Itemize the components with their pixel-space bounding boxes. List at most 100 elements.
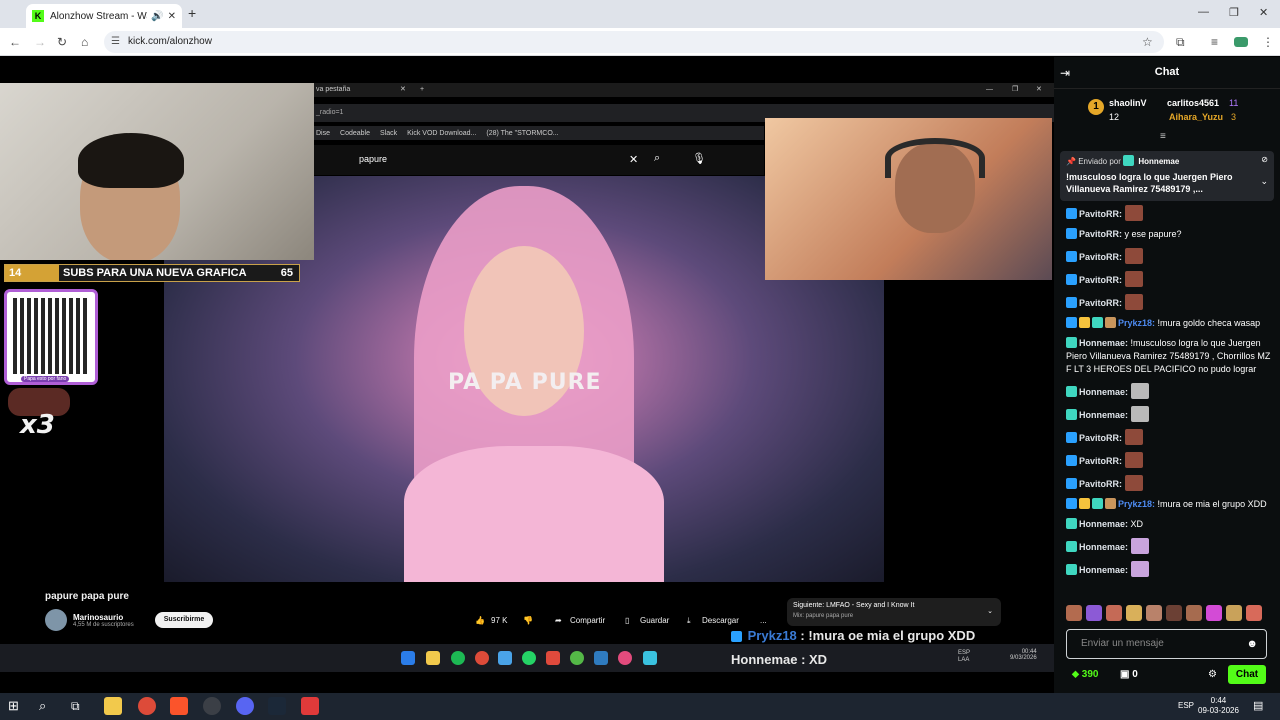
file-explorer-icon[interactable] [104,697,122,715]
forward-icon[interactable]: → [34,35,46,49]
chat-message[interactable]: Honnemae: [1066,538,1271,554]
chat-username[interactable]: PavitoRR: [1079,298,1122,308]
chat-emote-icon [1131,538,1150,554]
streamer-webcam [0,83,314,260]
new-tab-icon[interactable]: + [188,5,196,21]
emote-icon[interactable] [1246,605,1262,621]
send-chat-button[interactable]: Chat [1228,665,1266,684]
sub-goal-bar: 14 SUBS PARA UNA NUEVA GRAFICA 65 [4,264,300,282]
emote-icon[interactable] [1106,605,1122,621]
browser-tab[interactable]: K Alonzhow Stream - Watch l 🔊 ✕ [26,4,182,28]
chat-message[interactable]: Honnemae: [1066,561,1271,577]
system-clock[interactable]: 0:44 09-03-2026 [1198,696,1239,716]
chat-username[interactable]: Honnemae: [1079,410,1128,420]
chat-message[interactable]: PavitoRR: [1066,271,1271,287]
input-language[interactable]: ESP [1178,701,1194,710]
chat-message[interactable]: PavitoRR: [1066,475,1271,491]
speaker-icon[interactable]: 🔊 [151,11,163,22]
chat-username[interactable]: PavitoRR: [1079,479,1122,489]
menu-dots-icon[interactable]: ⋮ [1262,35,1274,49]
leader-name[interactable]: shaolinV [1109,98,1147,108]
unpin-icon[interactable]: ⊘ [1261,155,1268,164]
chat-message[interactable]: Honnemae: [1066,406,1271,422]
extensions-icon[interactable]: ⧉ [1176,35,1185,50]
profile-icon[interactable] [1234,37,1248,47]
emoji-picker-icon[interactable]: ☻ [1246,630,1258,658]
emote-icon[interactable] [1126,605,1142,621]
emote-icon[interactable] [1226,605,1242,621]
chat-username[interactable]: Honnemae: [1079,387,1128,397]
pinned-by-label: Enviado por [1078,157,1121,166]
chrome-icon[interactable] [138,697,156,715]
chat-username[interactable]: Honnemae: [1079,565,1128,575]
inner-chrome-icon [475,651,489,665]
restore-icon[interactable]: ❐ [1229,6,1239,19]
chat-message[interactable]: PavitoRR: [1066,248,1271,264]
home-icon[interactable]: ⌂ [81,35,88,49]
chat-username[interactable]: Honnemae: [1079,519,1128,529]
leader-name[interactable]: carlitos4561 [1167,98,1219,108]
chat-username[interactable]: PavitoRR: [1079,456,1122,466]
emote-icon[interactable] [1166,605,1182,621]
gift-leaderboard: 1 shaolinV 12 carlitos4561 11 Aihara_Yuz… [1082,95,1272,125]
leader-name[interactable]: Aihara_Yuzu [1169,112,1223,122]
channel-points[interactable]: ⬥ 390 [1072,669,1098,680]
chat-message[interactable]: Prykz18: !mura goldo checa wasap [1066,317,1271,330]
rank-badge: 1 [1088,99,1104,115]
pinned-by-name: Honnemae [1138,157,1180,166]
chat-username[interactable]: PavitoRR: [1079,209,1122,219]
emote-icon[interactable] [1086,605,1102,621]
stream-chat-overlay-line: Honnemae : XD [731,652,828,667]
chat-message[interactable]: Honnemae: XD [1066,518,1271,531]
chat-username[interactable]: PavitoRR: [1079,229,1122,239]
share-label: Compartir [570,616,606,625]
chat-username[interactable]: PavitoRR: [1079,275,1122,285]
chevron-down-icon[interactable]: ⌄ [1260,176,1268,187]
chat-message[interactable]: Honnemae: !musculoso logra lo que Juerge… [1066,337,1271,376]
second-webcam [765,118,1052,280]
chat-message[interactable]: PavitoRR: [1066,205,1271,221]
chat-username[interactable]: Honnemae: [1079,338,1128,348]
steam-icon[interactable] [268,697,286,715]
chat-username[interactable]: PavitoRR: [1079,252,1122,262]
emote-icon[interactable] [1066,605,1082,621]
chat-username[interactable]: Honnemae: [1079,542,1128,552]
discord-icon[interactable] [236,697,254,715]
chat-message[interactable]: Honnemae: [1066,383,1271,399]
reload-icon[interactable]: ↻ [57,35,67,49]
minimize-icon[interactable]: — [1198,6,1209,18]
expand-leaderboard-icon[interactable]: ≡ [1160,131,1166,142]
chat-username[interactable]: Prykz18: [1118,318,1155,328]
emote-icon[interactable] [1206,605,1222,621]
url-field[interactable]: ☰ kick.com/alonzhow [104,31,1164,53]
notifications-icon[interactable]: ▤ [1253,699,1263,712]
clock-time: 0:44 [1210,696,1227,705]
site-info-icon[interactable]: ☰ [111,31,120,53]
chat-username[interactable]: Prykz18: [1118,499,1155,509]
windows-start-icon[interactable]: ⊞ [8,697,26,715]
chat-message[interactable]: PavitoRR: y ese papure? [1066,228,1271,241]
tab-close-icon[interactable]: ✕ [168,11,176,22]
bookmark-star-icon[interactable]: ☆ [1142,35,1153,49]
user-badge-icon [1066,337,1077,348]
emote-icon[interactable] [1146,605,1162,621]
chat-message[interactable]: PavitoRR: [1066,452,1271,468]
app-icon[interactable] [301,697,319,715]
chat-message[interactable]: Prykz18: !mura oe mia el grupo XDD [1066,498,1271,511]
task-view-icon[interactable]: ⧉ [71,697,89,715]
brave-icon[interactable] [170,697,188,715]
chat-settings-icon[interactable]: ⚙ [1208,669,1217,680]
chat-username[interactable]: PavitoRR: [1079,433,1122,443]
back-icon[interactable]: ← [9,35,21,49]
close-window-icon[interactable]: ✕ [1259,6,1268,19]
gifts[interactable]: ▣ 0 [1120,669,1138,680]
search-icon[interactable]: ⌕ [39,697,57,715]
obs-icon[interactable] [203,697,221,715]
emote-icon[interactable] [1186,605,1202,621]
chat-message[interactable]: PavitoRR: [1066,429,1271,445]
chat-message[interactable]: PavitoRR: [1066,294,1271,310]
media-control-icon[interactable]: ≡ [1211,35,1218,49]
pinned-message[interactable]: 📌 Enviado por Honnemae !musculoso logra … [1060,151,1274,201]
user-badge-icon [1092,317,1103,328]
chat-input[interactable]: Enviar un mensaje ☻ [1066,629,1267,659]
